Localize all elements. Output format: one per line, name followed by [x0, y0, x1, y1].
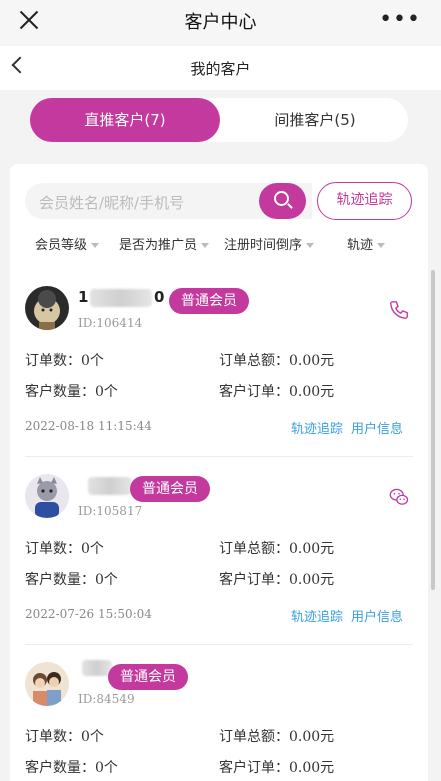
customer-panel: 会员姓名/昵称/手机号 轨迹追踪 会员等级 是否为推广员 注册时间倒序 轨迹 — [10, 164, 428, 781]
filter-member-level[interactable]: 会员等级 — [35, 234, 100, 253]
register-date: 2022-08-18 11:15:44 — [25, 419, 152, 433]
chevron-down-icon — [201, 243, 210, 248]
register-date: 2022-07-26 15:50:04 — [25, 607, 152, 621]
filter-track[interactable]: 轨迹 — [347, 234, 386, 253]
filter-is-promoter[interactable]: 是否为推广员 — [119, 234, 210, 253]
clients-count: 客户数量：0个 — [25, 572, 118, 588]
chevron-down-icon — [91, 243, 100, 248]
nav-title: 我的客户 — [190, 60, 251, 78]
top-bar: 客户中心 ••• — [0, 0, 441, 44]
customer-id: ID:105817 — [78, 504, 143, 518]
user-info-link[interactable]: 用户信息 — [351, 606, 403, 625]
search-button[interactable] — [259, 183, 306, 219]
member-level-badge: 普通会员 — [130, 476, 210, 502]
track-button[interactable]: 轨迹追踪 — [317, 182, 412, 220]
customer-tabs: 直推客户(7) 间推客户(5) — [30, 98, 408, 142]
tab-indirect-customers[interactable]: 间推客户(5) — [220, 98, 410, 142]
redacted-name — [90, 289, 152, 307]
phone-icon[interactable] — [388, 299, 410, 321]
chevron-down-icon — [377, 243, 386, 248]
orders-count: 订单数：0个 — [25, 541, 104, 557]
page-title: 客户中心 — [184, 12, 257, 33]
client-orders: 客户订单：0.00元 — [219, 572, 335, 588]
orders-total: 订单总额：0.00元 — [219, 353, 335, 369]
avatar[interactable] — [25, 474, 69, 518]
scrollbar[interactable] — [431, 270, 435, 590]
wechat-icon[interactable] — [388, 486, 410, 508]
client-orders: 客户订单：0.00元 — [219, 760, 335, 776]
clients-count: 客户数量：0个 — [25, 760, 118, 776]
avatar[interactable] — [25, 662, 69, 706]
member-level-badge: 普通会员 — [108, 664, 188, 690]
track-link[interactable]: 轨迹追踪 — [291, 606, 343, 625]
avatar[interactable] — [25, 286, 69, 330]
track-link[interactable]: 轨迹追踪 — [291, 418, 343, 437]
orders-total: 订单总额：0.00元 — [219, 541, 335, 557]
nav-bar: 我的客户 — [0, 46, 441, 90]
divider — [25, 456, 413, 457]
divider — [25, 644, 413, 645]
client-orders: 客户订单：0.00元 — [219, 384, 335, 400]
tab-direct-customers[interactable]: 直推客户(7) — [30, 98, 220, 142]
member-level-badge: 普通会员 — [169, 288, 249, 314]
orders-count: 订单数：0个 — [25, 729, 104, 745]
customer-id: ID:84549 — [78, 692, 135, 706]
redacted-name — [88, 477, 132, 495]
more-icon[interactable]: ••• — [379, 9, 421, 31]
filter-register-time[interactable]: 注册时间倒序 — [224, 234, 315, 253]
search-placeholder: 会员姓名/昵称/手机号 — [39, 194, 185, 212]
orders-count: 订单数：0个 — [25, 353, 104, 369]
user-info-link[interactable]: 用户信息 — [351, 418, 403, 437]
orders-total: 订单总额：0.00元 — [219, 729, 335, 745]
customer-name-suffix: 0 — [154, 288, 165, 306]
customer-name: 1 — [78, 288, 89, 306]
clients-count: 客户数量：0个 — [25, 384, 118, 400]
customer-id: ID:106414 — [78, 316, 143, 330]
chevron-down-icon — [306, 243, 315, 248]
